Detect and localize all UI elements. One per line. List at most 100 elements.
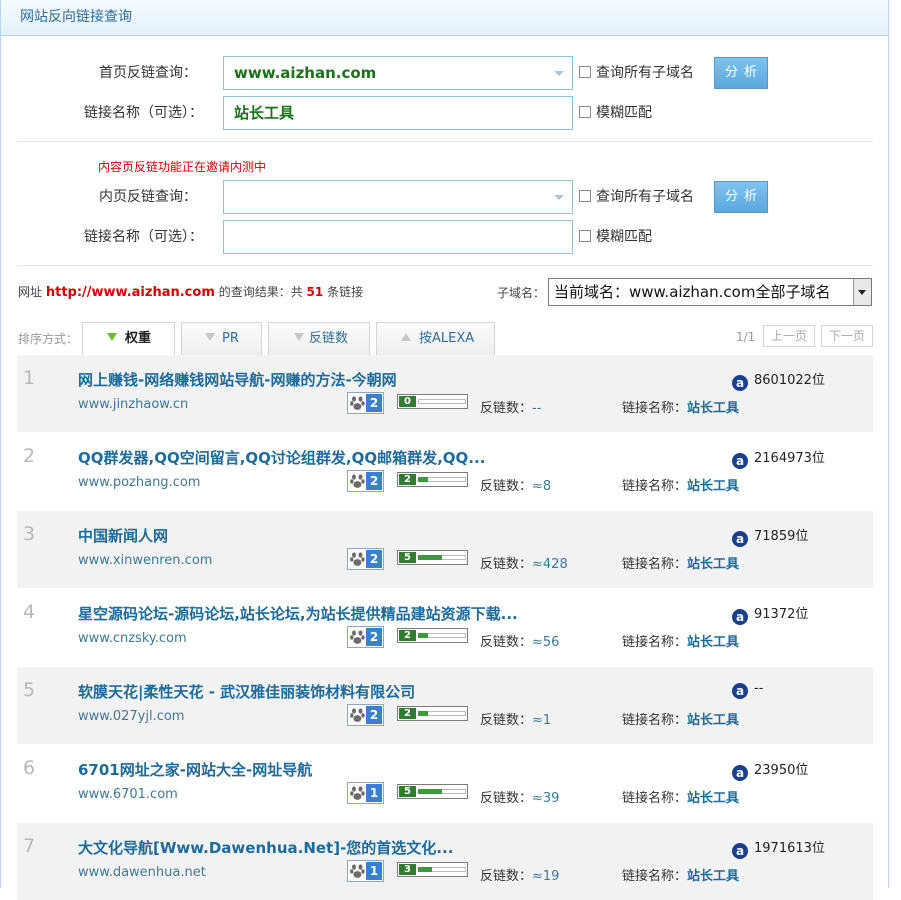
backlinks-count: 反链数：≈56 bbox=[480, 631, 559, 650]
alexa-icon: a bbox=[732, 453, 748, 469]
anchor-text: 链接名称：站长工具 bbox=[622, 787, 739, 806]
anchor-text: 链接名称：站长工具 bbox=[622, 553, 739, 572]
select-arrow-icon[interactable] bbox=[853, 279, 871, 305]
baidu-rank-badge[interactable]: 2 bbox=[347, 470, 384, 492]
backlinks-count: 反链数：≈39 bbox=[480, 787, 559, 806]
prev-page-button[interactable]: 上一页 bbox=[763, 325, 815, 347]
result-title-link[interactable]: 软膜天花|柔性天花 - 武汉雅佳丽装饰材料有限公司 bbox=[78, 681, 415, 702]
anchor-label: 链接名称： bbox=[622, 635, 688, 650]
tab-sort-pr[interactable]: PR bbox=[181, 322, 262, 355]
summary-prefix: 网址 bbox=[18, 285, 43, 299]
inner-subdomain-checkbox[interactable] bbox=[579, 190, 591, 202]
inner-analyze-button[interactable]: 分析 bbox=[714, 181, 768, 213]
baidu-rank-badge[interactable]: 2 bbox=[347, 704, 384, 726]
result-title-link[interactable]: 中国新闻人网 bbox=[78, 525, 168, 546]
backlinks-value[interactable]: ≈39 bbox=[532, 791, 559, 806]
alexa-rank[interactable]: a 2164973位 bbox=[732, 447, 825, 469]
alexa-rank[interactable]: a 23950位 bbox=[732, 759, 808, 781]
row-number: 4 bbox=[23, 601, 36, 623]
backlinks-label: 反链数： bbox=[480, 635, 533, 650]
backlinks-value[interactable]: -- bbox=[532, 401, 541, 416]
result-title-link[interactable]: 网上赚钱-网络赚钱网站导航-网赚的方法-今朝网 bbox=[78, 369, 397, 390]
backlinks-value[interactable]: ≈56 bbox=[532, 635, 559, 650]
divider bbox=[17, 265, 873, 266]
row-number: 3 bbox=[23, 523, 36, 545]
alexa-icon: a bbox=[732, 375, 748, 391]
fuzzy-match-checkbox[interactable] bbox=[579, 106, 591, 118]
anchor-name-value: 站长工具 bbox=[234, 104, 295, 122]
alexa-icon: a bbox=[732, 765, 748, 781]
alexa-icon: a bbox=[732, 531, 748, 547]
pagerank-bar[interactable]: 3 bbox=[397, 862, 468, 877]
fuzzy-match-label: 模糊匹配 bbox=[596, 105, 652, 121]
result-domain-link[interactable]: www.xinwenren.com bbox=[78, 553, 212, 568]
baidu-rank-value: 2 bbox=[366, 394, 382, 412]
summary-url[interactable]: http://www.aizhan.com bbox=[46, 285, 215, 300]
pagerank-fill bbox=[418, 555, 442, 560]
backlinks-count: 反链数：≈428 bbox=[480, 553, 568, 572]
inner-fuzzy-checkbox[interactable] bbox=[579, 230, 591, 242]
next-page-button[interactable]: 下一页 bbox=[821, 325, 873, 347]
summary-count: 51 bbox=[306, 285, 324, 299]
inner-anchor-input[interactable] bbox=[223, 220, 573, 254]
summary-suffix: 条链接 bbox=[327, 285, 364, 299]
anchor-value: 站长工具 bbox=[687, 401, 740, 416]
result-domain-link[interactable]: www.dawenhua.net bbox=[78, 865, 206, 880]
subdomain-select[interactable]: 当前域名：www.aizhan.com全部子域名 bbox=[548, 278, 872, 306]
result-domain-link[interactable]: www.jinzhaow.cn bbox=[78, 397, 188, 412]
result-domain-link[interactable]: www.027yjl.com bbox=[78, 709, 184, 724]
result-title-link[interactable]: 星空源码论坛-源码论坛,站长论坛,为站长提供精品建站资源下载... bbox=[78, 603, 518, 624]
backlinks-value[interactable]: ≈428 bbox=[532, 557, 568, 572]
result-domain-link[interactable]: www.6701.com bbox=[78, 787, 178, 802]
dropdown-arrow-icon[interactable] bbox=[554, 71, 564, 76]
baidu-rank-badge[interactable]: 2 bbox=[347, 626, 384, 648]
alexa-rank[interactable]: a 8601022位 bbox=[732, 369, 825, 391]
analyze-button[interactable]: 分析 bbox=[714, 57, 768, 89]
result-title-link[interactable]: 大文化导航[Www.Dawenhua.Net]-您的首选文化... bbox=[78, 837, 453, 858]
tab-label: 按ALEXA bbox=[419, 331, 475, 346]
baidu-rank-badge[interactable]: 1 bbox=[347, 782, 384, 804]
pagerank-bar[interactable]: 2 bbox=[397, 706, 468, 721]
dropdown-arrow-icon[interactable] bbox=[554, 195, 564, 200]
pagerank-fill bbox=[418, 867, 432, 872]
alexa-rank[interactable]: a -- bbox=[732, 681, 763, 699]
inner-url-input[interactable] bbox=[223, 180, 573, 214]
pagerank-bar[interactable]: 5 bbox=[397, 784, 468, 799]
alexa-rank-value: -- bbox=[754, 681, 764, 696]
pagerank-value: 2 bbox=[399, 630, 416, 641]
backlinks-label: 反链数： bbox=[480, 791, 533, 806]
tab-sort-backlinks[interactable]: 反链数 bbox=[268, 322, 370, 355]
summary-middle: 的查询结果：共 bbox=[218, 285, 303, 299]
backlinks-value[interactable]: ≈8 bbox=[532, 479, 551, 494]
baidu-rank-badge[interactable]: 2 bbox=[347, 392, 384, 414]
pagerank-bar[interactable]: 2 bbox=[397, 628, 468, 643]
pagerank-value: 2 bbox=[399, 708, 416, 719]
alexa-rank[interactable]: a 91372位 bbox=[732, 603, 808, 625]
backlinks-value[interactable]: ≈1 bbox=[532, 713, 551, 728]
row-number: 7 bbox=[23, 835, 36, 857]
pagerank-bar[interactable]: 0 bbox=[397, 394, 468, 409]
divider bbox=[17, 141, 873, 142]
pagerank-bar[interactable]: 5 bbox=[397, 550, 468, 565]
result-row: 6 6701网址之家-网站大全-网址导航 www.6701.com 1 5 反链数：≈39… bbox=[17, 745, 873, 822]
alexa-rank[interactable]: a 1971613位 bbox=[732, 837, 825, 859]
tab-sort-weight[interactable]: 权重 bbox=[82, 322, 175, 356]
result-title-link[interactable]: 6701网址之家-网站大全-网址导航 bbox=[78, 759, 312, 780]
backlinks-label: 反链数： bbox=[480, 479, 533, 494]
anchor-name-input[interactable]: 站长工具 bbox=[223, 96, 573, 130]
baidu-rank-badge[interactable]: 2 bbox=[347, 548, 384, 570]
homepage-url-input[interactable]: www.aizhan.com bbox=[223, 56, 573, 90]
result-title-link[interactable]: QQ群发器,QQ空间留言,QQ讨论组群发,QQ邮箱群发,QQ... bbox=[78, 447, 485, 468]
tab-sort-alexa[interactable]: 按ALEXA bbox=[376, 322, 495, 355]
anchor-text: 链接名称：站长工具 bbox=[622, 865, 739, 884]
alexa-icon: a bbox=[732, 843, 748, 859]
backlinks-count: 反链数：≈1 bbox=[480, 709, 551, 728]
subdomain-checkbox[interactable] bbox=[579, 66, 591, 78]
pagerank-bar[interactable]: 2 bbox=[397, 472, 468, 487]
backlinks-value[interactable]: ≈19 bbox=[532, 869, 559, 884]
alexa-rank[interactable]: a 71859位 bbox=[732, 525, 808, 547]
baidu-rank-badge[interactable]: 1 bbox=[347, 860, 384, 882]
result-domain-link[interactable]: www.pozhang.com bbox=[78, 475, 200, 490]
pagerank-value: 5 bbox=[399, 552, 416, 563]
result-domain-link[interactable]: www.cnzsky.com bbox=[78, 631, 187, 646]
